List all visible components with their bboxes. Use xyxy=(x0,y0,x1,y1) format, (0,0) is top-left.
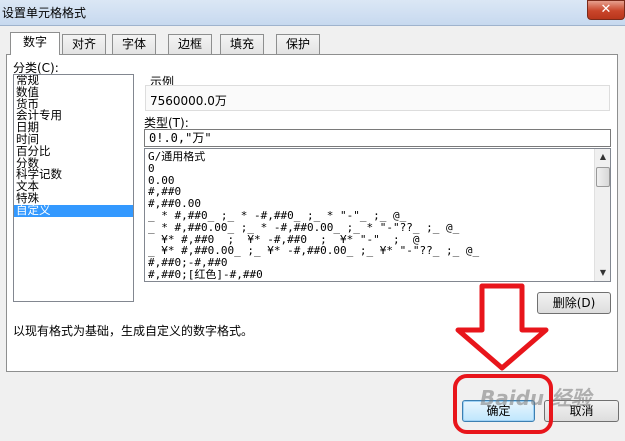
format-item[interactable]: _ * #,##0.00_ ;_ * -#,##0.00_ ;_ * "-"??… xyxy=(148,222,593,234)
format-item[interactable]: #,##0;[红色]-#,##0 xyxy=(148,269,593,281)
close-icon[interactable]: ✕ xyxy=(587,0,625,20)
baidu-watermark: Baidu 经验 xyxy=(480,386,592,410)
type-input[interactable]: 0!.0,"万" xyxy=(144,129,611,147)
scroll-down-icon[interactable]: ▼ xyxy=(596,266,610,280)
format-item[interactable]: #,##0;-#,##0 xyxy=(148,257,593,269)
format-list-scrollbar[interactable]: ▲ ▼ xyxy=(594,149,610,281)
scroll-up-icon[interactable]: ▲ xyxy=(596,150,610,164)
sample-value: 7560000.0万 xyxy=(150,94,227,108)
tab-fill[interactable]: 填充 xyxy=(220,34,264,54)
format-cells-dialog: 设置单元格格式 ✕ 数字 对齐 字体 边框 填充 保护 分类(C): 常规 数值… xyxy=(0,0,625,441)
format-item[interactable]: _ ¥* #,##0.00_ ;_ ¥* -#,##0.00_ ;_ ¥* "-… xyxy=(148,245,593,257)
format-list[interactable]: G/通用格式 0 0.00 #,##0 #,##0.00 _ * #,##0_ … xyxy=(144,148,611,282)
format-item[interactable]: _ ¥* #,##0_ ;_ ¥* -#,##0_ ;_ ¥* "-"_ ;_ … xyxy=(148,234,593,246)
format-description: 以现有格式为基础，生成自定义的数字格式。 xyxy=(13,324,254,338)
format-item[interactable]: #,##0.00 xyxy=(148,198,593,210)
dialog-title: 设置单元格格式 xyxy=(2,6,87,20)
format-item[interactable]: 0 xyxy=(148,163,593,175)
category-item-custom[interactable]: 自定义 xyxy=(14,204,133,217)
tab-font[interactable]: 字体 xyxy=(112,34,156,54)
delete-button[interactable]: 删除(D) xyxy=(537,292,611,314)
tab-border[interactable]: 边框 xyxy=(168,34,212,54)
format-item[interactable]: #,##0 xyxy=(148,186,593,198)
category-list[interactable]: 常规 数值 货币 会计专用 日期 时间 百分比 分数 科学记数 文本 特殊 自定… xyxy=(13,74,134,302)
format-item[interactable]: G/通用格式 xyxy=(148,151,593,163)
title-bar: 设置单元格格式 ✕ xyxy=(0,0,625,26)
tab-number[interactable]: 数字 xyxy=(10,32,60,55)
tab-alignment[interactable]: 对齐 xyxy=(62,34,106,54)
tab-protection[interactable]: 保护 xyxy=(276,34,320,54)
format-item[interactable]: _ * #,##0_ ;_ * -#,##0_ ;_ * "-"_ ;_ @_ xyxy=(148,210,593,222)
format-item[interactable]: 0.00 xyxy=(148,175,593,187)
scroll-thumb[interactable] xyxy=(596,167,610,187)
